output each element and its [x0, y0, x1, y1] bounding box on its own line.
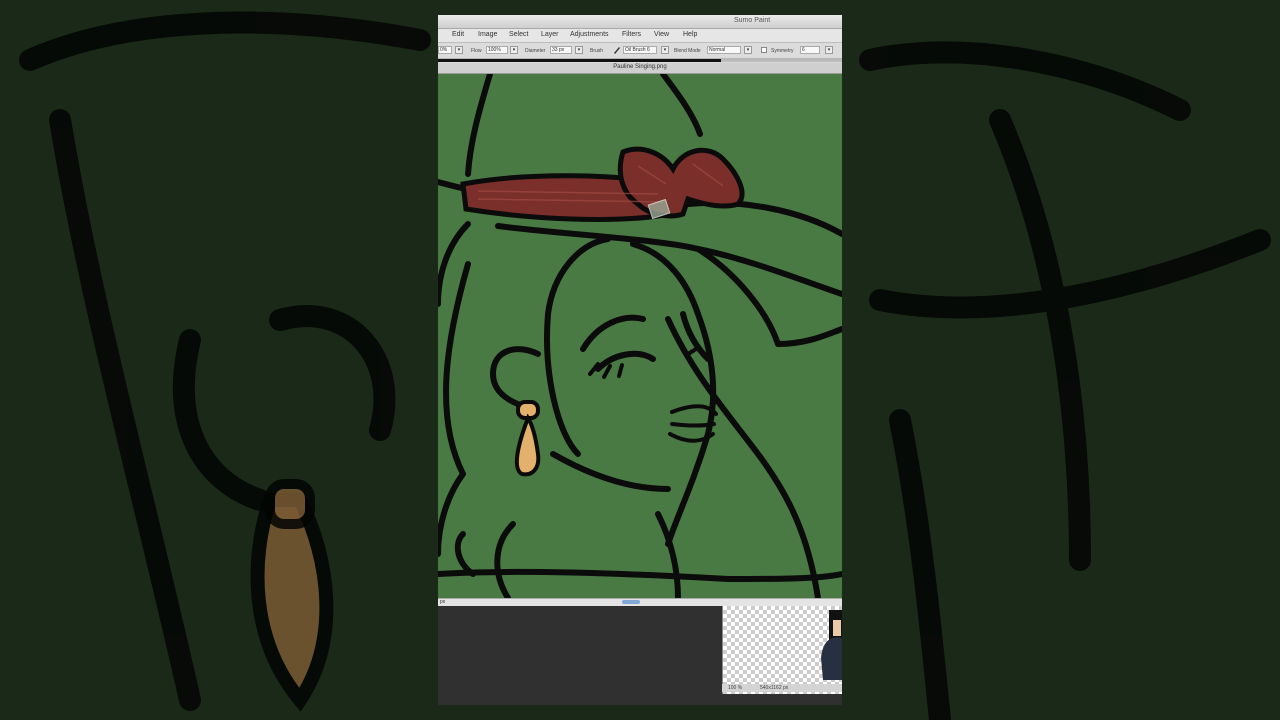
flow-field[interactable]: 100% [486, 46, 508, 54]
blend-mode-field[interactable]: Normal [707, 46, 741, 54]
zoom-level: 100 % [728, 685, 743, 691]
title-bar: Sumo Paint [438, 15, 842, 29]
brush-dropdown[interactable]: ▾ [661, 46, 669, 54]
menu-filters[interactable]: Filters [622, 31, 641, 38]
blend-mode-dropdown[interactable]: ▾ [744, 46, 752, 54]
symmetry-field[interactable]: 6 [800, 46, 820, 54]
app-title: Sumo Paint [734, 17, 771, 24]
diameter-label: Diameter [525, 48, 546, 54]
flow-dropdown[interactable]: ▾ [510, 46, 518, 54]
scrollbar-unit-label: px [440, 599, 446, 605]
brush-field[interactable]: Oil Brush 6 [623, 46, 657, 54]
opacity-field[interactable]: 0% [438, 46, 452, 54]
progress-bar [438, 59, 842, 62]
menu-layer[interactable]: Layer [541, 31, 559, 38]
navigator-preview-image [821, 610, 842, 680]
diameter-field[interactable]: 33 px [550, 46, 572, 54]
artwork [438, 74, 842, 598]
document-tab: Pauline Singing.png [438, 63, 842, 74]
menu-image[interactable]: Image [478, 31, 497, 38]
menu-help[interactable]: Help [683, 31, 697, 38]
navigator-thumbnail[interactable] [722, 606, 842, 694]
brush-icon [614, 47, 620, 54]
layers-panel: 100 % 540x1162 px [438, 606, 842, 705]
symmetry-label: Symmetry [771, 48, 794, 54]
options-toolbar: 0% ▾ Flow 100% ▾ Diameter 33 px ▾ Brush … [438, 43, 842, 59]
brush-label: Brush [590, 48, 604, 54]
flow-label: Flow [471, 48, 482, 54]
diameter-dropdown[interactable]: ▾ [575, 46, 583, 54]
horizontal-scrollbar[interactable]: px [438, 598, 842, 606]
menu-select[interactable]: Select [509, 31, 528, 38]
menu-edit[interactable]: Edit [452, 31, 464, 38]
symmetry-checkbox[interactable] [761, 47, 767, 53]
scroll-thumb[interactable] [622, 600, 640, 604]
document-title: Pauline Singing.png [613, 64, 667, 70]
symmetry-dropdown[interactable]: ▾ [825, 46, 833, 54]
progress-fill [438, 59, 721, 62]
drawing-canvas[interactable] [438, 74, 842, 598]
navigator-status-bar: 100 % 540x1162 px [722, 684, 842, 692]
app-window: Sumo Paint Edit Image Select Layer Adjus… [438, 15, 842, 705]
menu-view[interactable]: View [654, 31, 669, 38]
image-size: 540x1162 px [760, 685, 789, 691]
blend-mode-label: Blend Mode [674, 48, 701, 54]
menu-adjustments[interactable]: Adjustments [570, 31, 609, 38]
opacity-dropdown[interactable]: ▾ [455, 46, 463, 54]
menu-bar: Edit Image Select Layer Adjustments Filt… [438, 29, 842, 43]
